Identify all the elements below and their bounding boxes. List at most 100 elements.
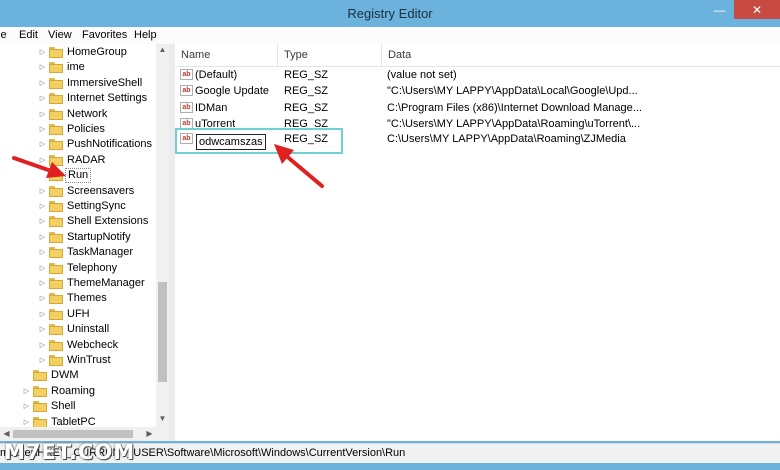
tree-node-label: Network	[67, 107, 108, 120]
tree-node-label: SettingSync	[67, 200, 126, 212]
tree-node-label: Policies	[67, 123, 105, 135]
close-button[interactable]: ✕	[734, 0, 780, 19]
tree-node-label: HomeGroup	[67, 46, 127, 58]
folder-icon	[33, 416, 47, 428]
tree-node-label: Telephony	[67, 261, 118, 274]
expand-arrow-icon[interactable]: ▷	[38, 291, 47, 306]
expand-arrow-icon[interactable]: ▷	[38, 45, 47, 60]
folder-icon	[49, 324, 63, 336]
expand-arrow-icon[interactable]: ▷	[38, 322, 47, 337]
value-name: Google Update	[195, 85, 269, 98]
expand-arrow-icon[interactable]: ▷	[38, 338, 47, 353]
menu-help[interactable]: Help	[134, 29, 157, 41]
scroll-right-icon[interactable]: ▶	[143, 429, 156, 438]
string-value-icon: ab	[180, 101, 193, 113]
folder-icon	[49, 47, 63, 58]
string-value-icon: ab	[180, 85, 193, 97]
registry-value-row[interactable]: ab IDMan REG_SZ C:\Program Files (x86)\Inte…	[175, 100, 780, 116]
value-data: "C:\Users\MY LAPPY\AppData\Roaming\uTorr…	[387, 117, 641, 130]
tree-node-label: DWM	[51, 369, 79, 382]
menu-file[interactable]: le	[0, 29, 7, 41]
tree-scroll-thumb[interactable]	[158, 282, 167, 382]
value-data: C:\Users\MY LAPPY\AppData\Roaming\ZJMedi…	[387, 133, 626, 145]
string-value-icon: ab	[180, 69, 193, 80]
tree-node-label: TaskManager	[67, 246, 134, 259]
tree-node-label: RADAR	[67, 153, 106, 166]
registry-value-row[interactable]: ab (Default) REG_SZ (value not set)	[175, 67, 780, 83]
rename-highlight-box: odwcamszas	[175, 128, 343, 154]
window-title: Registry Editor	[347, 6, 433, 21]
folder-icon	[49, 216, 63, 228]
folder-icon	[33, 385, 47, 397]
scroll-down-icon[interactable]: ▼	[156, 414, 169, 423]
expand-arrow-icon[interactable]: ▷	[22, 384, 31, 399]
expand-arrow-icon[interactable]: ▷	[38, 137, 47, 152]
tree-node-label: Shell	[51, 400, 76, 413]
column-header-type[interactable]: Type	[278, 44, 382, 66]
expand-arrow-icon[interactable]: ▷	[38, 153, 47, 168]
expand-arrow-icon[interactable]: ▷	[38, 353, 47, 368]
folder-icon	[49, 62, 63, 74]
tree-horizontal-scrollbar[interactable]: ◀ ▶	[0, 427, 169, 441]
minimize-button[interactable]: —	[706, 0, 733, 19]
values-list: Name Type Data ab (Default) REG_SZ (value n…	[175, 44, 780, 441]
tree-vertical-scrollbar[interactable]: ▲ ▼	[156, 44, 169, 427]
expand-arrow-icon[interactable]: ▷	[38, 230, 47, 245]
expand-arrow-icon[interactable]: ▷	[38, 122, 47, 137]
folder-icon	[49, 278, 63, 289]
registry-value-row[interactable]: ab Google Update REG_SZ "C:\Users\MY LAPPY\…	[175, 83, 780, 99]
expand-arrow-icon[interactable]: ▷	[38, 184, 47, 199]
tree-node-label: Screensavers	[67, 184, 135, 197]
menu-favorites[interactable]: Favorites	[82, 29, 127, 41]
expand-arrow-icon[interactable]: ▷	[38, 107, 47, 122]
folder-icon	[49, 139, 63, 151]
value-name: IDMan	[195, 101, 228, 114]
folder-icon	[49, 77, 63, 89]
value-name: (Default)	[195, 69, 238, 81]
menu-view[interactable]: View	[48, 29, 72, 41]
column-header-data[interactable]: Data	[382, 44, 780, 66]
expand-arrow-icon[interactable]: ▷	[38, 245, 47, 260]
expand-arrow-icon[interactable]: ▷	[38, 60, 47, 75]
tree-node-label: PushNotifications	[67, 138, 152, 151]
folder-icon	[49, 231, 63, 243]
expand-arrow-icon[interactable]: ▷	[22, 399, 31, 414]
value-data: "C:\Users\MY LAPPY\AppData\Local\Google\…	[387, 85, 638, 98]
tree-node-label: Internet Settings	[67, 92, 148, 105]
value-data: (value not set)	[387, 69, 457, 81]
tree-node-label: Roaming	[51, 384, 96, 397]
scroll-left-icon[interactable]: ◀	[0, 429, 13, 438]
tree-node-label: ime	[67, 61, 85, 74]
folder-icon	[33, 370, 47, 382]
folder-icon	[49, 154, 63, 166]
tree-node-label: ImmersiveShell	[67, 76, 143, 89]
expand-arrow-icon[interactable]: ▷	[38, 199, 47, 214]
expand-arrow-icon[interactable]: ▷	[38, 214, 47, 229]
column-header-name[interactable]: Name	[175, 44, 278, 66]
expand-arrow-icon[interactable]: ▷	[38, 76, 47, 91]
tree-node-label: StartupNotify	[67, 230, 131, 243]
rename-input[interactable]: odwcamszas	[196, 134, 266, 150]
folder-icon	[49, 124, 63, 135]
tree-node-label: UFH	[67, 307, 90, 320]
value-type: REG_SZ	[284, 69, 329, 81]
folder-icon	[49, 308, 63, 320]
tree-hscroll-thumb[interactable]	[13, 430, 133, 438]
folder-icon	[49, 262, 63, 274]
registry-tree[interactable]: ▷ HomeGroup ▷ ime ▷ ImmersiveShell ▷ Internet S…	[0, 44, 169, 441]
folder-icon	[49, 201, 63, 212]
value-type: REG_SZ	[284, 85, 329, 98]
expand-arrow-icon[interactable]: ▷	[38, 307, 47, 322]
expand-arrow-icon[interactable]: ▷	[38, 261, 47, 276]
scroll-up-icon[interactable]: ▲	[156, 45, 169, 54]
expand-arrow-icon[interactable]: ▷	[38, 276, 47, 291]
folder-icon	[49, 108, 63, 120]
value-type: REG_SZ	[284, 101, 329, 114]
folder-icon	[49, 339, 63, 351]
tree-node-label: Shell Extensions	[67, 215, 149, 228]
expand-arrow-icon[interactable]: ▷	[38, 91, 47, 106]
folder-icon	[49, 170, 63, 182]
folder-icon	[49, 293, 63, 305]
menu-edit[interactable]: Edit	[19, 29, 38, 41]
folder-icon	[33, 401, 47, 413]
